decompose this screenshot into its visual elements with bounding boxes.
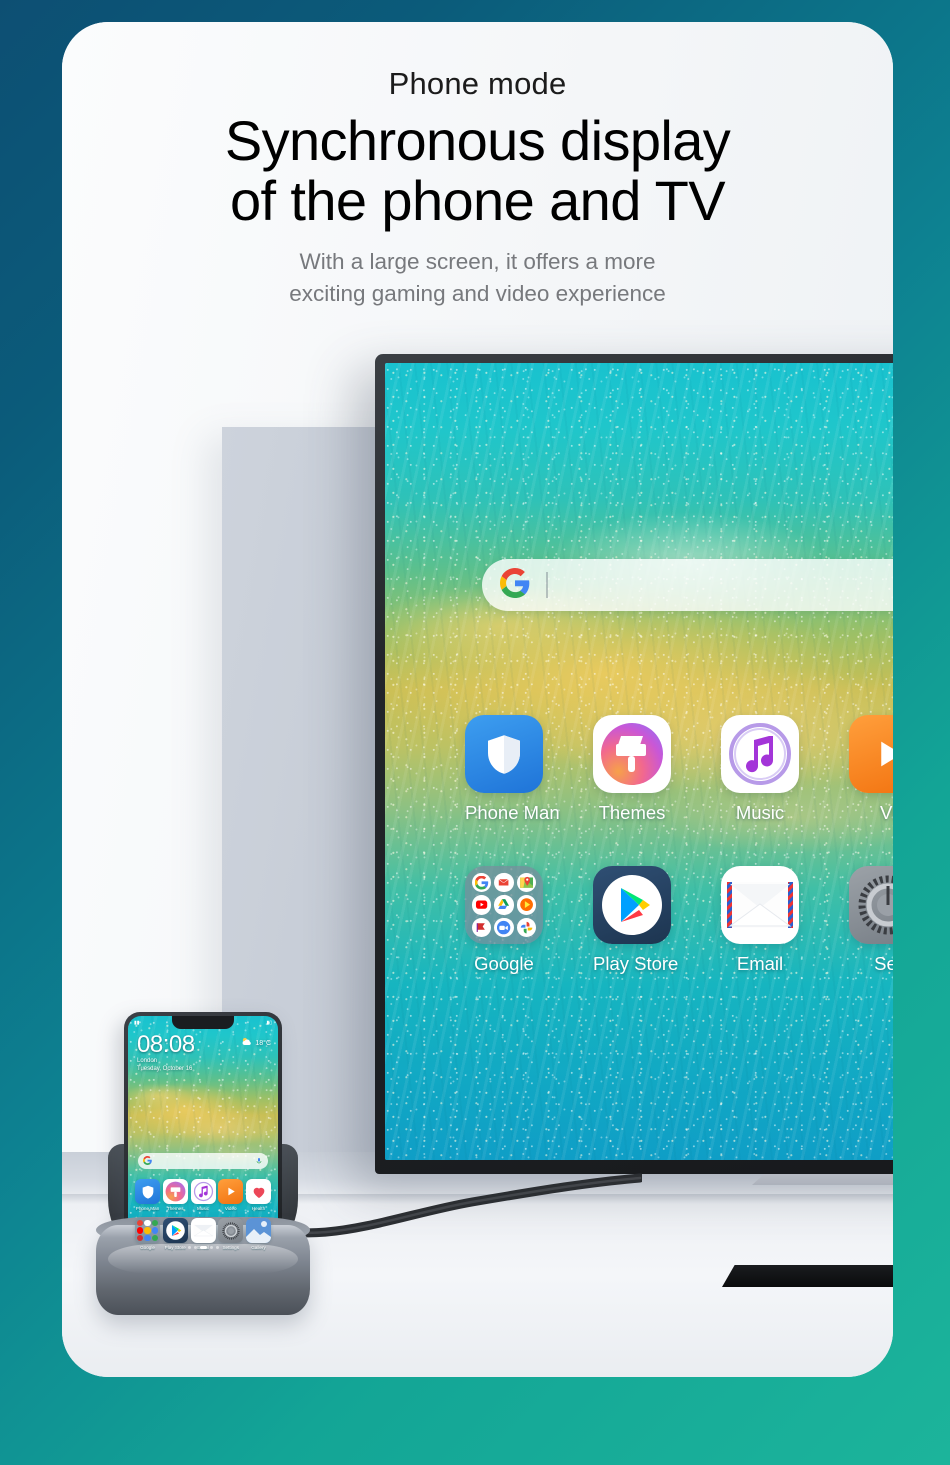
google-folder-contents: [465, 866, 543, 944]
clock-city: London: [137, 1058, 158, 1064]
tv-app-label: Email: [736, 953, 784, 974]
tv-app-music[interactable]: Music: [721, 715, 799, 824]
tv-app-label: Set: [874, 953, 893, 974]
tv-app-phone-manager[interactable]: Phone Man: [465, 715, 560, 824]
music-note-icon: [721, 715, 799, 793]
phone-app-music[interactable]: Music: [190, 1179, 216, 1211]
drive-icon: [494, 895, 514, 915]
television: Phone Man Themes Music V Google Play Sto…: [375, 354, 893, 1174]
phone-app-label: Themes: [166, 1206, 184, 1211]
tv-app-label: Google: [474, 953, 534, 974]
youtube-icon: [472, 895, 492, 915]
photos-icon: [516, 917, 536, 937]
phone-clock-widget[interactable]: 08:08 London Tuesday, October 16: [137, 1031, 195, 1073]
shield-icon: [465, 715, 543, 793]
page-dot[interactable]: [215, 1246, 219, 1249]
envelope-icon: [721, 866, 799, 944]
battery-icon: ▮▯: [266, 1019, 272, 1026]
phone-app-themes[interactable]: Themes: [162, 1179, 188, 1211]
duo-icon: [494, 917, 514, 937]
tv-app-row: Google Play Store Email Se: [465, 866, 893, 975]
page-dot-active[interactable]: [199, 1246, 207, 1249]
settings-gear-icon: [849, 866, 893, 944]
phone-app-row: Phone Man Themes Music Video Health: [135, 1179, 271, 1211]
phone-google-search-bar[interactable]: [138, 1153, 268, 1169]
play-music-icon: [516, 895, 536, 915]
google-folder-icon: [465, 866, 543, 944]
subtitle-line-1: With a large screen, it offers a more: [299, 249, 656, 274]
tv-app-label: Phone Man: [465, 802, 560, 823]
product-card: Phone Man Themes Music V Google Play Sto…: [62, 22, 893, 1377]
tv-app-label: Themes: [598, 802, 666, 823]
tv-app-grid: Phone Man Themes Music V Google Play Sto…: [465, 715, 893, 1017]
phone-dock-assembly: ▮▮ ▮▯ 08:08 London Tuesday, October 16 1…: [90, 1012, 330, 1347]
page-dot[interactable]: [187, 1246, 191, 1249]
signal-icon: ▮▮: [134, 1019, 140, 1026]
tv-google-search-bar[interactable]: [482, 559, 893, 611]
gmail-icon: [494, 873, 514, 893]
tv-app-themes[interactable]: Themes: [593, 715, 671, 824]
video-play-icon: [218, 1179, 244, 1204]
microphone-icon[interactable]: [255, 1152, 263, 1170]
tv-app-video[interactable]: Vi: [849, 715, 893, 824]
play-store-icon: [593, 866, 671, 944]
clock-time: 08:08: [137, 1031, 195, 1058]
tv-app-settings[interactable]: Set: [849, 866, 893, 975]
cloud-sun-icon: [241, 1036, 253, 1050]
phone-app-label: Music: [197, 1206, 209, 1211]
clock-date: Tuesday, October 16: [137, 1066, 193, 1072]
headline-line-2: of the phone and TV: [229, 168, 726, 232]
play-movies-icon: [472, 917, 492, 937]
search-divider: [546, 572, 548, 598]
google-g-icon: [500, 567, 530, 603]
weather-temperature: 18°C: [255, 1039, 271, 1047]
tv-screen: Phone Man Themes Music V Google Play Sto…: [385, 363, 893, 1160]
tv-app-email[interactable]: Email: [721, 866, 799, 975]
tv-app-row: Phone Man Themes Music V: [465, 715, 893, 824]
page-dot[interactable]: [209, 1246, 213, 1249]
phone-screen: ▮▮ ▮▯ 08:08 London Tuesday, October 16 1…: [128, 1016, 278, 1258]
envelope-icon: [190, 1218, 216, 1243]
phone-app-health[interactable]: Health: [246, 1179, 271, 1211]
subtitle-line-2: exciting gaming and video experience: [289, 280, 666, 306]
video-play-icon: [849, 715, 893, 793]
page-subtitle: With a large screen, it offers a more ex…: [62, 246, 893, 310]
phone-app-label: Video: [224, 1206, 237, 1211]
phone-app-phone-manager[interactable]: Phone Man: [135, 1179, 160, 1211]
tv-app-label: Play Store: [593, 953, 679, 974]
tv-stand-base: [722, 1265, 893, 1287]
tv-app-play-store[interactable]: Play Store: [593, 866, 679, 975]
tv-app-label: Vi: [879, 802, 893, 823]
headline-line-1: Synchronous display: [224, 109, 731, 172]
music-note-icon: [190, 1179, 216, 1204]
phone-weather-widget[interactable]: 18°C: [241, 1036, 271, 1050]
tv-app-label: Music: [735, 802, 785, 823]
page-title: Synchronous display of the phone and TV: [62, 111, 893, 231]
settings-gear-icon: [218, 1218, 244, 1243]
gallery-icon: [246, 1218, 271, 1243]
phone-app-label: Phone Man: [135, 1206, 160, 1211]
google-g-icon: [143, 1152, 152, 1170]
shield-icon: [135, 1179, 160, 1204]
paintbrush-icon: [593, 715, 671, 793]
google-folder-icon: [135, 1218, 160, 1243]
tv-app-google-folder[interactable]: Google: [465, 866, 543, 975]
eyebrow-text: Phone mode: [388, 66, 567, 101]
heart-icon: [246, 1179, 271, 1204]
page-dot[interactable]: [193, 1246, 197, 1249]
phone-notch: [172, 1016, 234, 1029]
paintbrush-icon: [162, 1179, 188, 1204]
phone-app-label: Health: [251, 1206, 266, 1211]
play-store-icon: [162, 1218, 188, 1243]
phone-app-video[interactable]: Video: [218, 1179, 244, 1211]
phone-page-indicator[interactable]: [128, 1246, 278, 1249]
google-search-icon: [472, 873, 492, 893]
smartphone: ▮▮ ▮▯ 08:08 London Tuesday, October 16 1…: [124, 1012, 282, 1262]
maps-icon: [516, 873, 536, 893]
